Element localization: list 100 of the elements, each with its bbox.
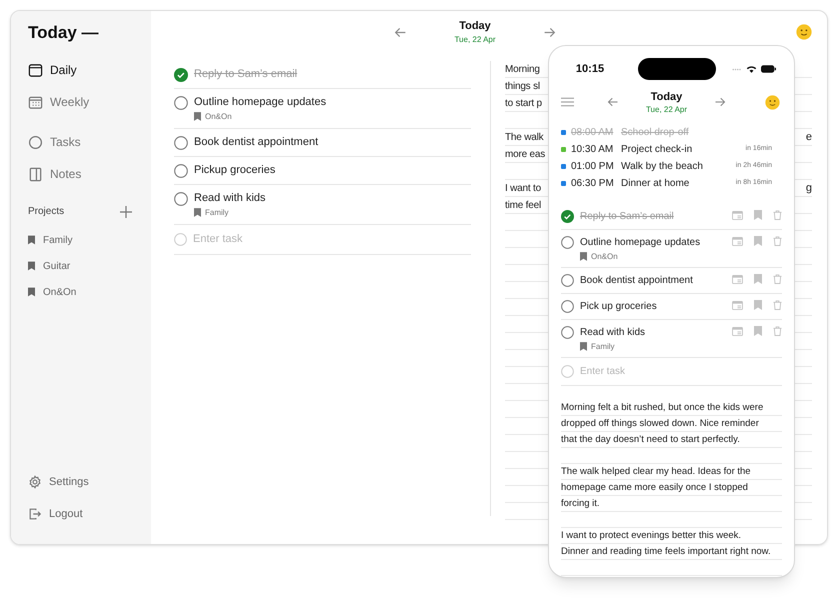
date-label: Tue, 22 Apr [646,104,688,114]
note-line: Dinner and reading time feels important right now. [561,545,771,559]
project-item[interactable]: Family [28,227,134,253]
event-title: Project check-in [621,143,694,157]
bookmark-icon [28,261,35,271]
bookmark-icon [580,342,587,351]
trash-icon[interactable] [773,210,782,220]
task-title: Pickup groceries [194,163,276,178]
note-line: homepage came more easily once I stopped [561,481,748,495]
trash-icon[interactable] [773,300,782,310]
empty-circle-icon[interactable] [561,236,574,249]
checked-circle-icon[interactable] [561,210,574,223]
section-heading: Projects [28,205,64,219]
event-time: 06:30 PM [571,177,615,191]
task-title: Outline homepage updates [580,236,702,250]
project-item[interactable]: Guitar [28,253,134,279]
note-line: dropped off things slowed down. Nice reminder [561,417,759,431]
circle-icon [28,134,43,150]
smiley-icon[interactable] [765,94,780,110]
plus-icon[interactable] [120,206,132,218]
nav-item[interactable]: Notes [28,158,134,190]
note-line: I want to [505,182,541,196]
task-title: Reply to Sam’s email [580,210,675,224]
event-time: 08:00 AM [571,126,614,140]
calendar-icon[interactable] [732,236,743,246]
bookmark-icon [754,274,762,284]
note-line: that the day doesn’t need to start perfectly. [561,433,740,447]
empty-circle-icon[interactable] [174,96,188,110]
empty-circle-icon [561,365,574,378]
task-title: Book dentist appointment [194,135,320,150]
calendar-icon [28,62,43,78]
calendar-grid-icon [28,94,43,110]
note-line: time feel [505,199,541,213]
left-arrow-icon[interactable] [607,96,619,108]
note-line: g [806,181,812,196]
nav-item[interactable]: Tasks [28,126,134,158]
empty-circle-icon[interactable] [561,326,574,339]
signal-icon [732,68,742,70]
checked-circle-icon[interactable] [174,68,188,82]
task-title: Read with kids [580,326,646,340]
bookmark-icon [754,300,762,310]
smiley-icon[interactable] [796,24,812,40]
trash-icon[interactable] [773,274,782,284]
project-item[interactable]: On&On [28,279,134,305]
settings-icon [28,475,42,489]
note-line: more eas [505,148,546,162]
bookmark-icon [580,252,587,261]
task-title: Pick up groceries [580,300,658,314]
task-title: Read with kids [194,191,267,206]
footer-item[interactable]: Settings [28,466,134,498]
nav-item[interactable]: Daily [28,54,134,86]
empty-circle-icon[interactable] [561,300,574,313]
task-input[interactable]: Enter task [193,231,471,248]
empty-circle-icon [174,232,187,246]
notebook-icon [28,166,43,182]
right-arrow-icon[interactable] [714,96,726,108]
bookmark-icon [754,326,762,336]
calendar-icon[interactable] [732,300,743,310]
note-line: forcing it. [561,497,600,511]
nav-item[interactable]: Weekly [28,86,134,118]
bookmark-icon [194,208,201,217]
empty-circle-icon[interactable] [174,192,188,206]
event-title: Walk by the beach [621,160,704,174]
date-label: Tue, 22 Apr [454,34,496,45]
bookmark-icon [28,235,35,245]
task-title: Outline homepage updates [194,95,328,110]
note-line: The walk helped clear my head. Ideas for the [561,465,751,479]
project-tag: Family [591,341,615,352]
event-time: 01:00 PM [571,160,615,174]
calendar-icon[interactable] [732,274,743,284]
project-tag: On&On [591,251,618,262]
wifi-icon [746,65,757,73]
note-line: e [806,130,812,145]
event-time: 10:30 AM [571,143,614,157]
note-line: things sl [505,80,540,94]
empty-circle-icon[interactable] [174,136,188,150]
menu-icon[interactable] [561,97,574,107]
calendar-icon[interactable] [732,326,743,336]
empty-circle-icon[interactable] [561,274,574,287]
empty-circle-icon[interactable] [174,164,188,178]
page-title: Today [459,19,491,34]
right-arrow-icon[interactable] [543,26,556,39]
app-title: Today — [28,22,100,44]
task-input[interactable]: Enter task [580,364,782,379]
trash-icon[interactable] [773,236,782,246]
task-title: Reply to Sam’s email [194,67,298,82]
trash-icon[interactable] [773,326,782,336]
calendar-icon[interactable] [732,210,743,220]
bookmark-icon [28,287,35,297]
battery-icon [761,65,776,73]
bookmark-icon [194,112,201,121]
task-title: Book dentist appointment [580,274,694,288]
bookmark-icon [754,236,762,246]
left-arrow-icon[interactable] [394,26,407,39]
note-line: I want to protect evenings better this week. [561,529,742,543]
footer-item[interactable]: Logout [28,498,134,530]
note-line: The walk [505,131,544,145]
project-tag: Family [205,207,229,218]
bookmark-icon [754,210,762,220]
event-title: Dinner at home [621,177,690,191]
